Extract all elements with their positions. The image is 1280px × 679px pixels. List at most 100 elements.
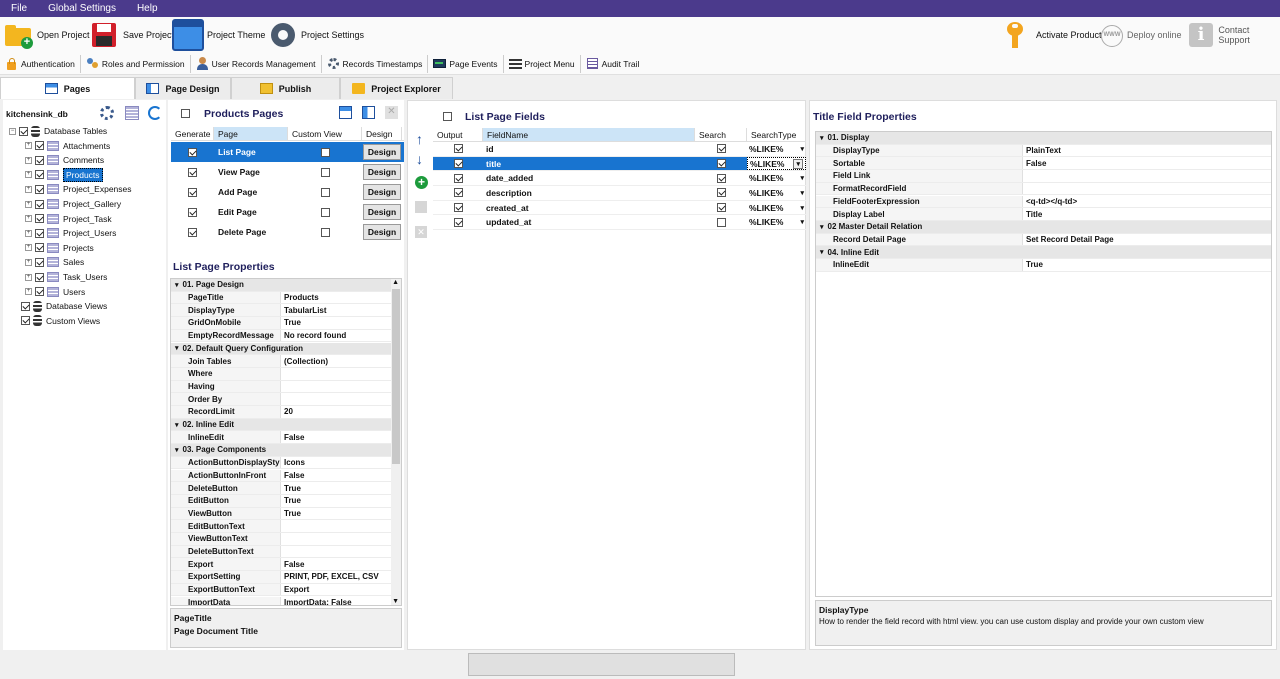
property-value[interactable]: PlainText: [1023, 145, 1263, 157]
menu-global-settings[interactable]: Global Settings: [37, 3, 126, 14]
property-value[interactable]: [1023, 183, 1263, 195]
tree-custom[interactable]: Custom Views: [21, 314, 100, 328]
audit-trail-button[interactable]: Audit Trail: [581, 55, 645, 73]
add-field-icon[interactable]: +: [415, 176, 428, 189]
scroll-down-icon[interactable]: ▼: [392, 598, 399, 605]
pages-column-header[interactable]: Design: [362, 127, 402, 140]
property-category[interactable]: ▾ 01. Display: [816, 132, 1271, 145]
generate-checkbox[interactable]: [188, 147, 197, 157]
tab-page-design[interactable]: Page Design: [135, 77, 231, 99]
search-type-select[interactable]: %LIKE% ▾: [747, 156, 806, 171]
search-checkbox[interactable]: [716, 203, 726, 213]
expand-icon[interactable]: +: [25, 258, 32, 266]
property-value[interactable]: PRINT, PDF, EXCEL, CSV: [281, 571, 391, 583]
tree-table-item[interactable]: + Users: [25, 285, 85, 299]
property-row[interactable]: RecordLimit 20: [171, 406, 401, 419]
property-value[interactable]: False: [281, 558, 391, 570]
custom-view-checkbox[interactable]: [320, 227, 330, 237]
page-row[interactable]: Delete Page Design: [171, 222, 404, 242]
property-row[interactable]: DeleteButtonText: [171, 545, 401, 559]
property-row[interactable]: EmptyRecordMessage No record found: [171, 329, 401, 343]
property-value[interactable]: Title: [1023, 208, 1263, 220]
move-down-arrow-icon[interactable]: ↓: [416, 151, 423, 167]
page-row[interactable]: List Page Design: [171, 142, 404, 162]
dropdown-arrow-icon[interactable]: ▾: [800, 189, 804, 197]
property-value[interactable]: (Collection): [281, 355, 391, 367]
page-row[interactable]: View Page Design: [171, 162, 404, 182]
expand-icon[interactable]: +: [25, 171, 32, 179]
property-row[interactable]: ViewButton True: [171, 507, 401, 521]
search-checkbox[interactable]: [716, 173, 726, 183]
fields-column-header[interactable]: Search: [695, 128, 747, 141]
tree-table-item[interactable]: + Sales: [25, 255, 84, 269]
property-row[interactable]: EditButtonText: [171, 520, 401, 533]
roles-permission-button[interactable]: Roles and Permission: [81, 54, 191, 73]
design-button[interactable]: Design: [363, 224, 401, 240]
custom-view-checkbox[interactable]: [320, 147, 330, 157]
tree-checkbox[interactable]: [19, 126, 28, 136]
expand-icon[interactable]: +: [25, 185, 32, 193]
design-button[interactable]: Design: [363, 144, 401, 160]
search-type-select[interactable]: %LIKE% ▾: [747, 201, 806, 215]
search-checkbox[interactable]: [716, 144, 726, 154]
tree-table-item[interactable]: + Project_Gallery: [25, 197, 121, 211]
property-value[interactable]: Icons: [281, 457, 391, 469]
property-value[interactable]: True: [281, 482, 391, 494]
collapse-arrow-icon[interactable]: ▾: [175, 446, 179, 454]
property-row[interactable]: FormatRecordField: [816, 182, 1271, 196]
property-row[interactable]: GridOnMobile True: [171, 317, 401, 330]
property-value[interactable]: [281, 546, 391, 558]
property-row[interactable]: EditButton True: [171, 494, 401, 508]
page-row[interactable]: Edit Page Design: [171, 202, 404, 222]
pages-column-header[interactable]: Page: [214, 127, 288, 140]
scroll-up-icon[interactable]: ▲: [392, 279, 399, 286]
property-value[interactable]: No record found: [281, 330, 391, 342]
field-row[interactable]: updated_at %LIKE% ▾: [433, 216, 806, 231]
tree-checkbox[interactable]: [35, 243, 44, 253]
property-value[interactable]: True: [281, 508, 391, 520]
expand-icon[interactable]: +: [25, 142, 32, 150]
collapse-arrow-icon[interactable]: ▾: [820, 248, 824, 256]
property-category[interactable]: ▾ 02. Inline Edit: [171, 418, 401, 432]
tree-table-item[interactable]: + Products: [25, 167, 103, 182]
property-row[interactable]: ImportData ImportData: False: [171, 596, 401, 605]
property-row[interactable]: Where: [171, 367, 401, 381]
property-row[interactable]: DisplayType TabularList: [171, 304, 401, 318]
records-timestamps-button[interactable]: Records Timestamps: [322, 54, 429, 73]
custom-view-checkbox[interactable]: [320, 167, 330, 177]
field-row[interactable]: created_at %LIKE% ▾: [433, 201, 806, 216]
property-row[interactable]: InlineEdit True: [816, 259, 1271, 272]
expand-icon[interactable]: +: [25, 273, 32, 281]
tree-checkbox[interactable]: [35, 272, 44, 282]
collapse-icon[interactable]: −: [9, 127, 16, 135]
design-button[interactable]: Design: [363, 184, 401, 200]
output-checkbox[interactable]: [453, 188, 463, 198]
collapse-arrow-icon[interactable]: ▾: [820, 223, 824, 231]
tab-project-explorer[interactable]: Project Explorer: [340, 77, 453, 99]
expand-icon[interactable]: +: [25, 229, 32, 237]
property-row[interactable]: ActionButtonInFront False: [171, 469, 401, 483]
design-button[interactable]: Design: [363, 164, 401, 180]
fields-column-header[interactable]: Output: [433, 128, 483, 141]
property-value[interactable]: [281, 381, 391, 393]
search-type-select[interactable]: %LIKE% ▾: [747, 186, 806, 200]
fields-column-header[interactable]: SearchType: [747, 128, 806, 141]
output-checkbox[interactable]: [453, 217, 463, 227]
collapse-arrow-icon[interactable]: ▾: [175, 344, 179, 352]
property-row[interactable]: FieldFooterExpression <q-td></q-td>: [816, 195, 1271, 209]
property-row[interactable]: Export False: [171, 558, 401, 572]
tree-table-item[interactable]: + Project_Expenses: [25, 182, 132, 196]
custom-view-checkbox[interactable]: [320, 207, 330, 217]
property-category[interactable]: ▾ 04. Inline Edit: [816, 246, 1271, 259]
search-checkbox[interactable]: [716, 188, 726, 198]
property-row[interactable]: Record Detail Page Set Record Detail Page: [816, 233, 1271, 247]
expand-icon[interactable]: +: [25, 215, 32, 223]
tree-checkbox[interactable]: [35, 257, 44, 267]
dropdown-arrow-icon[interactable]: ▾: [800, 174, 804, 182]
tree-checkbox[interactable]: [35, 214, 44, 224]
expand-icon[interactable]: +: [25, 200, 32, 208]
property-row[interactable]: DisplayType PlainText: [816, 144, 1271, 158]
property-category[interactable]: ▾ 03. Page Components: [171, 444, 401, 457]
search-type-select[interactable]: %LIKE% ▾: [747, 216, 806, 230]
property-row[interactable]: Field Link: [816, 170, 1271, 183]
